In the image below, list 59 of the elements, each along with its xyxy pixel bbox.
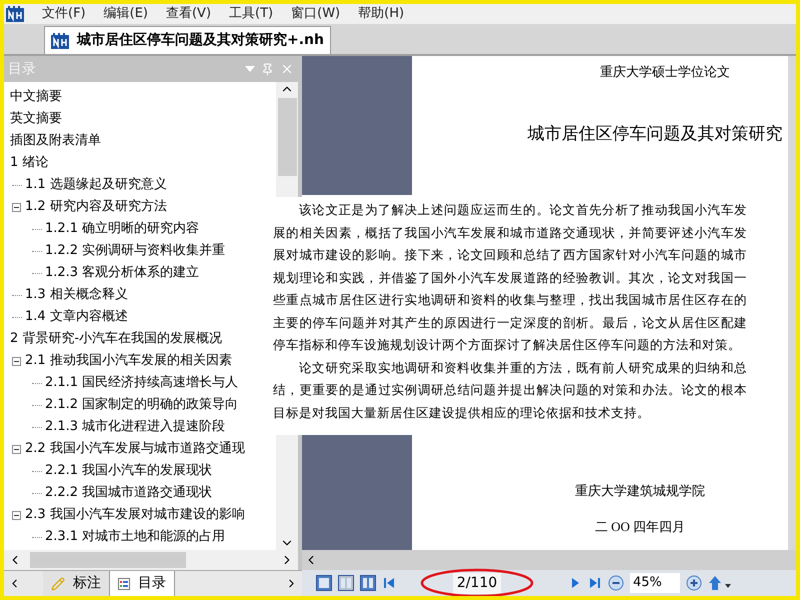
app-logo-icon (51, 32, 69, 48)
last-page-icon[interactable] (588, 576, 602, 590)
toc-item[interactable]: 2.2.1 我国小汽车的发展现状 (45, 461, 212, 481)
toc-item[interactable]: 2.3 我国小汽车发展对城市建设的影响 (25, 505, 245, 525)
collapse-toggle[interactable] (12, 202, 21, 212)
toc-item[interactable]: 2.1.2 国家制定的明确的政策导向 (45, 395, 238, 415)
toc-item[interactable]: 2.1 推动我国小汽车发展的相关因素 (25, 351, 232, 371)
view-mode-icon[interactable] (316, 575, 332, 591)
menu-item[interactable]: 工具(T) (229, 4, 274, 24)
toc-item[interactable]: 1.2.2 实例调研与资料收集并重 (45, 241, 226, 261)
toc-item[interactable]: 1.4 文章内容概述 (25, 307, 128, 327)
view-mode-icon[interactable] (338, 575, 354, 591)
abstract-paragraph: 论文研究采取实地调研和资料收集并重的方法，既有前人研究成果的归纳和总结，更重要的是通过实例调研总结问题并提出解决问题的对策和办法。论文的根本目标是对我国大量新居住区建设提供相应的理论依据和技术支持。 (273, 360, 747, 422)
toc-item[interactable]: 2.1.1 国民经济持续高速增长与人 (45, 373, 238, 393)
app-logo-icon (6, 6, 24, 22)
menu-item[interactable]: 文件(F) (42, 4, 86, 24)
scrollbar-track[interactable] (276, 435, 298, 550)
list-icon (118, 578, 130, 590)
arrow-up-icon[interactable] (708, 575, 732, 591)
scrollbar-track[interactable] (276, 82, 298, 197)
menu-item[interactable]: 帮助(H) (358, 4, 404, 24)
page-header: 重庆大学硕士学位论文 (600, 63, 730, 81)
panel-tab[interactable]: 标注 (43, 571, 109, 596)
zoom-in-icon[interactable] (686, 575, 702, 591)
toc-item[interactable]: 英文摘要 (10, 109, 62, 129)
horizontal-scrollbar[interactable] (4, 550, 298, 570)
zoom-level-field[interactable]: 45% (630, 573, 680, 593)
pencil-icon (51, 576, 65, 590)
horizontal-scrollbar[interactable] (302, 550, 796, 570)
toc-item[interactable]: 1.2.3 客观分析体系的建立 (45, 263, 200, 283)
toc-item[interactable]: 中文摘要 (10, 87, 62, 107)
menu-item[interactable]: 窗口(W) (291, 4, 340, 24)
collapse-toggle[interactable] (12, 356, 21, 366)
menu-item[interactable]: 查看(V) (166, 4, 212, 24)
toc-item[interactable]: 2.2.2 我国城市道路交通现状 (45, 483, 212, 503)
toc-item[interactable]: 2.1.3 城市化进程进入提速阶段 (45, 417, 226, 437)
toc-item[interactable]: 2 背景研究-小汽车在我国的发展概况 (10, 329, 222, 349)
first-page-icon[interactable] (382, 576, 396, 590)
page-date: 二 OO 四年四月 (594, 518, 686, 536)
toc-item[interactable]: 2.2 我国小汽车发展与城市道路交通现 (25, 439, 245, 459)
page-title: 城市居住区停车问题及其对策研究 (528, 122, 782, 146)
panel-tab[interactable]: 目录 (109, 571, 175, 596)
toc-item[interactable]: 1 绪论 (10, 153, 48, 173)
zoom-out-icon[interactable] (608, 575, 624, 591)
toc-item[interactable]: 1.2.1 确立明晰的研究内容 (45, 219, 200, 239)
document-tab[interactable]: 城市居住区停车问题及其对策研究+.nh (44, 26, 331, 54)
menu-item[interactable]: 编辑(E) (104, 4, 148, 24)
abstract-paragraph: 该论文正是为了解决上述问题应运而生的。论文首先分析了推动我国小汽车发展的相关因素，概括了我国小汽车发展和城市道路交通现状，并简要评述小汽车发展对城市建设的影响。接下来，论文回顾和总结了西方国家针对小汽车问题的城市规划理论和实践，并借鉴了国外小汽车发展道路的经验教训。其次，论文对我国一些重点城市居住区进行实地调研和资料的收集与整理，找出我国城市居住区存在的主要的停车问题并对其产生的原因进行一定深度的剖析。最后，论文从居住区配建停车指标和停车设施规划设计两个方面探讨了解决居住区停车问题的方法和对策。 (273, 202, 747, 354)
collapse-toggle[interactable] (12, 510, 21, 520)
toc-item[interactable]: 1.2 研究内容及研究方法 (25, 197, 167, 217)
page-number-field[interactable]: 2/110 (452, 572, 502, 594)
toc-item[interactable]: 插图及附表清单 (10, 131, 101, 151)
page-footer: 重庆大学建筑城规学院 (575, 481, 705, 500)
scrollbar-thumb[interactable] (278, 98, 296, 176)
collapse-toggle[interactable] (12, 444, 21, 454)
toc-item[interactable]: 1.3 相关概念释义 (25, 285, 128, 305)
toc-item[interactable]: 2.3.1 对城市土地和能源的占用 (45, 527, 226, 547)
view-mode-icon[interactable] (360, 575, 376, 591)
toc-item[interactable]: 1.1 选题缘起及研究意义 (25, 175, 167, 195)
